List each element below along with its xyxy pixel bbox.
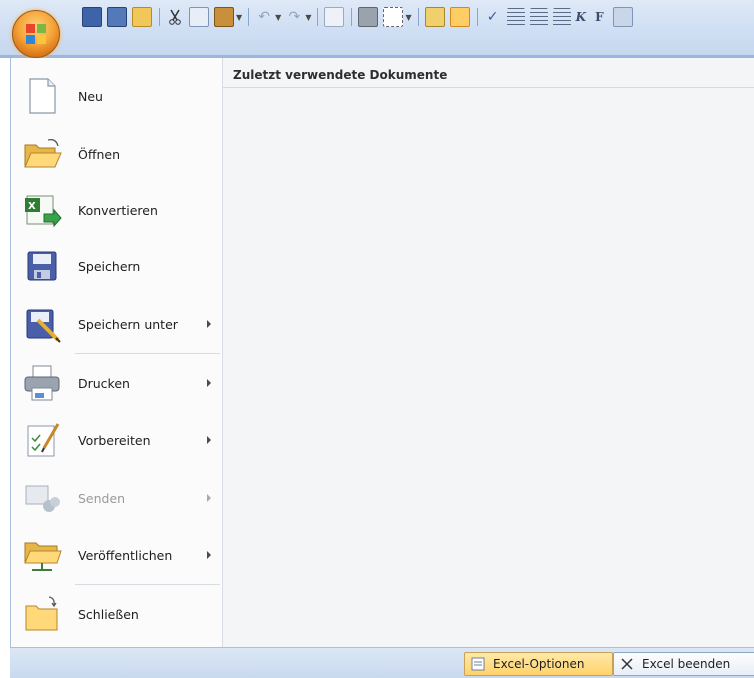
submenu-arrow-icon: [207, 436, 211, 444]
more-icon[interactable]: [612, 7, 633, 27]
menu-command-list: Neu Öffnen X Konvertieren Speichern Spei…: [11, 58, 223, 647]
italic-button[interactable]: K: [576, 10, 586, 24]
menu-item-label: Schließen: [78, 606, 139, 622]
send-icon: [25, 485, 60, 512]
excel-options-label: Excel-Optionen: [493, 657, 585, 671]
copy-icon[interactable]: [189, 7, 209, 27]
publish-folder-icon: [24, 542, 62, 571]
menu-item-save-as[interactable]: Speichern unter: [11, 296, 221, 352]
toolbar-icons: ▼ ↶ ▼ ↷ ▼ ▼ ✓ K F: [82, 6, 638, 28]
submenu-arrow-icon: [207, 379, 211, 387]
sort-icon[interactable]: [324, 7, 345, 27]
protect-icon[interactable]: [424, 7, 445, 27]
toolbar-separator: [417, 8, 419, 26]
toolbar-separator: [159, 8, 160, 26]
menu-divider: [75, 353, 220, 354]
submenu-arrow-icon: [207, 494, 211, 502]
office-menu: Neu Öffnen X Konvertieren Speichern Spei…: [10, 58, 754, 647]
toolbar-separator: [317, 8, 319, 26]
menu-item-label: Drucken: [78, 375, 130, 391]
paste-icon[interactable]: [214, 7, 234, 27]
exit-excel-button[interactable]: Excel beenden: [613, 652, 754, 676]
excel-options-button[interactable]: Excel-Optionen: [464, 652, 613, 676]
prepare-icon: [27, 423, 60, 457]
save-icon: [27, 251, 57, 281]
menu-item-label: Veröffentlichen: [78, 547, 173, 563]
recent-documents-panel: Zuletzt verwendete Dokumente: [223, 58, 754, 647]
toolbar-separator: [351, 8, 353, 26]
menu-item-convert[interactable]: X Konvertieren: [11, 182, 221, 238]
borders-dropdown-icon[interactable]: ▼: [405, 13, 411, 22]
exit-excel-label: Excel beenden: [642, 657, 731, 671]
undo-icon[interactable]: ↶: [255, 8, 273, 26]
menu-item-save[interactable]: Speichern: [11, 238, 221, 294]
save-as-icon: [26, 309, 61, 343]
office-logo-icon: [26, 24, 46, 44]
open-folder-icon[interactable]: [132, 7, 152, 27]
menu-item-open[interactable]: Öffnen: [11, 126, 221, 182]
bold-button[interactable]: F: [595, 10, 604, 24]
redo-icon[interactable]: ↷: [285, 8, 303, 26]
menu-divider: [75, 584, 220, 585]
cut-icon[interactable]: [166, 8, 184, 26]
svg-text:X: X: [28, 201, 36, 212]
menu-item-label: Speichern: [78, 258, 141, 274]
save-icon[interactable]: [82, 7, 102, 27]
menu-item-close[interactable]: Schließen: [11, 586, 221, 642]
print-icon[interactable]: [358, 7, 379, 27]
submenu-arrow-icon: [207, 551, 211, 559]
convert-excel-icon: X: [25, 195, 62, 228]
menu-item-label: Speichern unter: [78, 316, 178, 332]
menu-item-label: Öffnen: [78, 146, 120, 162]
menu-item-send[interactable]: Senden: [11, 470, 221, 526]
lock-icon[interactable]: [449, 7, 470, 27]
borders-icon[interactable]: [383, 7, 404, 27]
align-right-icon[interactable]: [552, 8, 571, 26]
toolbar-separator: [248, 8, 250, 26]
menu-item-label: Senden: [78, 490, 126, 506]
menu-item-prepare[interactable]: Vorbereiten: [11, 412, 221, 468]
undo-dropdown-icon[interactable]: ▼: [275, 13, 281, 22]
open-folder-icon: [24, 139, 62, 168]
close-folder-icon: [25, 596, 58, 631]
submenu-arrow-icon: [207, 320, 211, 328]
toolbar-separator: [476, 8, 478, 26]
options-icon: [471, 657, 485, 671]
recent-documents-divider: [223, 87, 754, 88]
align-left-icon[interactable]: [506, 8, 525, 26]
quick-access-toolbar: ▼ ↶ ▼ ↷ ▼ ▼ ✓ K F: [0, 0, 754, 58]
new-document-icon: [29, 78, 56, 114]
printer-icon: [24, 365, 60, 401]
save-as-icon[interactable]: [107, 7, 127, 27]
menu-item-label: Vorbereiten: [78, 432, 151, 448]
menu-item-print[interactable]: Drucken: [11, 355, 221, 411]
align-center-icon[interactable]: [529, 8, 548, 26]
menu-item-new[interactable]: Neu: [11, 68, 221, 124]
menu-item-label: Neu: [78, 88, 103, 104]
menu-item-publish[interactable]: Veröffentlichen: [11, 527, 221, 583]
close-icon: [621, 658, 633, 670]
redo-dropdown-icon[interactable]: ▼: [305, 13, 311, 22]
office-button[interactable]: [12, 10, 60, 58]
format-painter-icon[interactable]: ✓: [484, 8, 502, 26]
recent-documents-title: Zuletzt verwendete Dokumente: [233, 68, 448, 82]
paste-dropdown-icon[interactable]: ▼: [236, 13, 242, 22]
menu-footer: Excel-Optionen Excel beenden: [10, 647, 754, 678]
menu-item-label: Konvertieren: [78, 202, 158, 218]
